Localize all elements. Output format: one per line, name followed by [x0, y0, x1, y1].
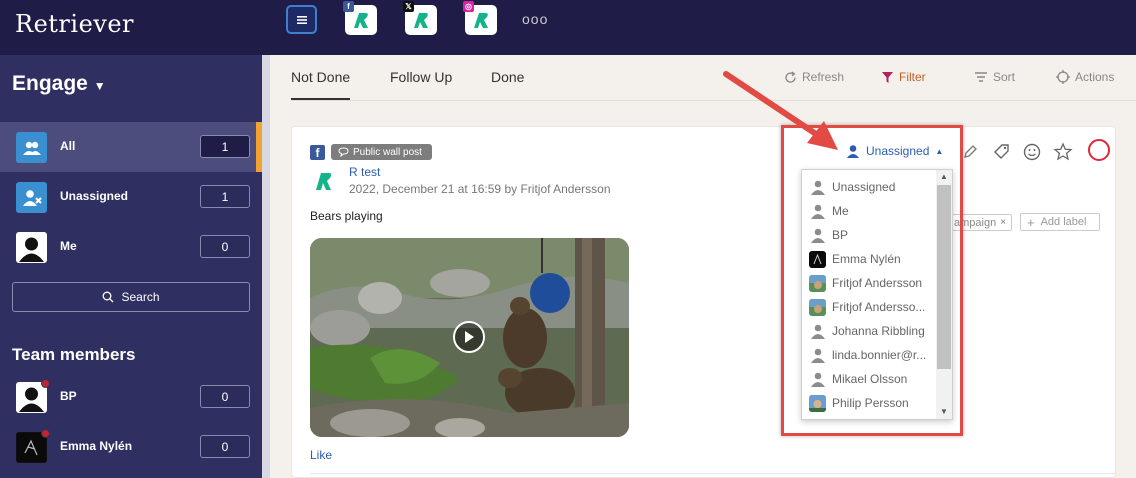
search-button[interactable]: Search [12, 282, 250, 312]
search-icon [103, 291, 114, 303]
sort-button[interactable]: Sort [974, 70, 1015, 84]
count-badge: 0 [200, 435, 250, 458]
crosshair-icon [1056, 70, 1070, 84]
retriever-r-icon [414, 13, 428, 28]
smiley-icon[interactable] [1022, 142, 1042, 162]
channel-facebook[interactable]: f [343, 1, 377, 35]
like-link[interactable]: Like [310, 448, 332, 462]
caret-down-icon: ▼ [93, 79, 106, 93]
unassigned-user-icon [16, 182, 47, 213]
sidebar-scroll-strip [262, 55, 270, 478]
sidebar-item-unassigned[interactable]: Unassigned 1 [0, 172, 262, 222]
avatar [16, 429, 50, 463]
sidebar: Engage ▼ All 1 Unassigned 1 Me 0 Search … [0, 55, 262, 478]
highlight-box [781, 125, 963, 436]
add-label-text: Add label [1040, 216, 1087, 228]
sidebar-item-label: Unassigned [60, 189, 129, 203]
actions-label: Actions [1075, 70, 1115, 84]
x-icon: 𝕏 [403, 1, 414, 12]
actions-button[interactable]: Actions [1056, 70, 1114, 84]
card-divider [310, 473, 1116, 474]
count-badge: 0 [200, 385, 250, 408]
top-bar: Retriever f 𝕏 ◎ ooo [0, 0, 1136, 55]
retriever-r-icon [316, 173, 332, 190]
sort-label: Sort [993, 70, 1016, 84]
remove-label-icon[interactable]: × [1000, 217, 1006, 228]
sidebar-item-label: Me [60, 239, 77, 253]
app-logo[interactable]: Retriever [15, 10, 134, 38]
facebook-icon: f [343, 1, 354, 12]
retriever-r-icon [354, 13, 368, 28]
tab-follow-up[interactable]: Follow Up [390, 69, 452, 85]
sidebar-item-bp[interactable]: BP 0 [0, 372, 262, 422]
tab-done[interactable]: Done [491, 69, 524, 85]
sort-icon [975, 72, 987, 82]
mark-done-button[interactable] [1088, 139, 1110, 161]
play-icon[interactable] [453, 321, 485, 353]
count-badge: 1 [200, 185, 250, 208]
search-label: Search [121, 290, 160, 304]
post-author-link[interactable]: R test [349, 165, 380, 179]
menu-button[interactable] [286, 5, 317, 34]
refresh-label: Refresh [802, 70, 845, 84]
status-dot [41, 379, 50, 388]
more-channels-icon[interactable]: ooo [522, 11, 548, 27]
post-text: Bears playing [310, 209, 383, 223]
channel-x[interactable]: 𝕏 [403, 1, 437, 35]
tag-icon[interactable] [992, 142, 1012, 162]
add-label-button[interactable]: + Add label [1020, 213, 1100, 231]
sidebar-item-all[interactable]: All 1 [0, 122, 262, 172]
speech-bubble-icon [338, 147, 349, 157]
star-icon[interactable] [1053, 142, 1073, 162]
filter-icon [882, 71, 893, 83]
hamburger-icon [296, 15, 307, 24]
tab-not-done[interactable]: Not Done [291, 69, 350, 85]
channel-instagram[interactable]: ◎ [463, 1, 497, 35]
filter-label: Filter [899, 70, 926, 84]
team-members-heading: Team members [12, 345, 136, 364]
post-meta: 2022, December 21 at 16:59 by Fritjof An… [349, 182, 611, 196]
avatar [16, 232, 47, 263]
facebook-icon: f [310, 145, 325, 160]
sidebar-item-label: Emma Nylén [60, 439, 133, 453]
status-dot [41, 429, 50, 438]
sidebar-item-label: All [60, 139, 76, 153]
retriever-r-icon [474, 13, 488, 28]
tabs-divider [291, 100, 1136, 101]
count-badge: 1 [200, 135, 250, 158]
refresh-button[interactable]: Refresh [784, 70, 844, 84]
engage-menu[interactable]: Engage ▼ [12, 72, 106, 96]
count-badge: 0 [200, 235, 250, 258]
users-icon [16, 132, 47, 163]
plus-icon: + [1027, 214, 1035, 230]
post-type-badge: Public wall post [331, 144, 432, 160]
avatar [16, 379, 50, 413]
sidebar-item-label: BP [60, 389, 77, 403]
sidebar-item-emma[interactable]: Emma Nylén 0 [0, 422, 262, 472]
engage-title: Engage [12, 72, 88, 95]
video-thumbnail[interactable] [310, 238, 629, 437]
post-type-label: Public wall post [353, 146, 422, 158]
filter-button[interactable]: Filter [881, 70, 926, 84]
instagram-icon: ◎ [463, 1, 474, 12]
pencil-icon[interactable] [960, 142, 980, 162]
sidebar-item-me[interactable]: Me 0 [0, 222, 262, 272]
refresh-icon [785, 70, 796, 83]
